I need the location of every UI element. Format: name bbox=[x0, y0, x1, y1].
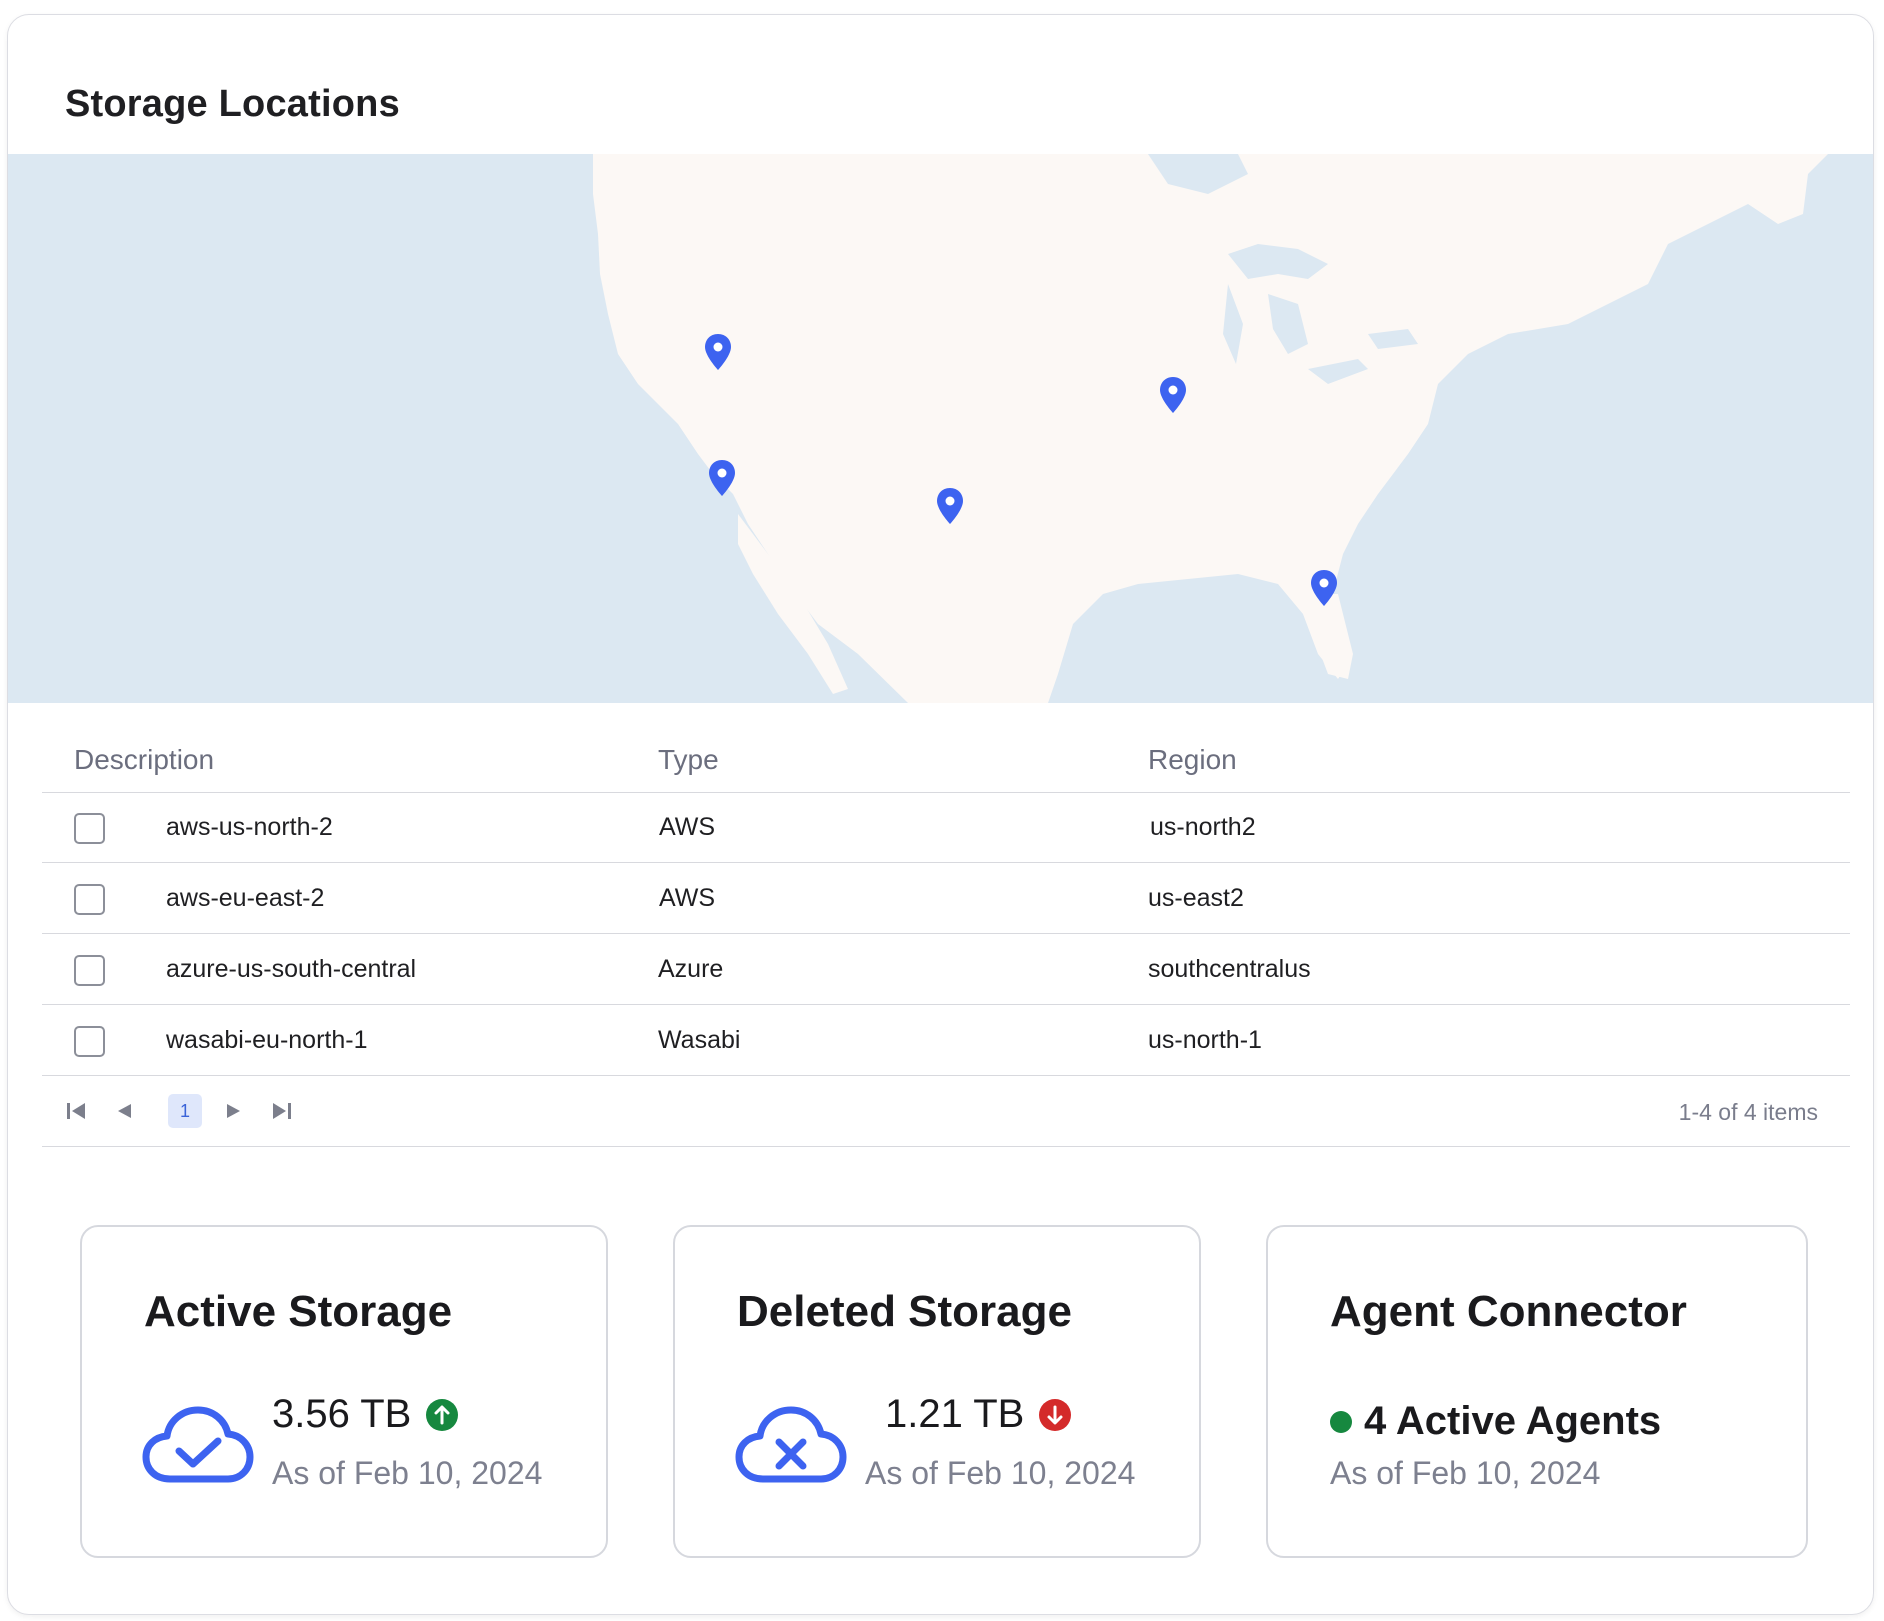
column-header-description[interactable]: Description bbox=[74, 744, 214, 776]
cell-description: aws-eu-east-2 bbox=[166, 884, 325, 912]
map-pin-icon[interactable] bbox=[708, 459, 736, 497]
agent-connector-card: Agent Connector 4 Active Agents As of Fe… bbox=[1266, 1225, 1808, 1558]
active-storage-date: As of Feb 10, 2024 bbox=[272, 1455, 543, 1491]
cell-description: azure-us-south-central bbox=[166, 955, 417, 983]
table-row[interactable]: aws-eu-east-2 AWS us-east2 bbox=[42, 864, 1850, 934]
last-page-icon[interactable] bbox=[266, 1095, 298, 1127]
map-pin-icon[interactable] bbox=[1159, 376, 1187, 414]
cell-region: us-east2 bbox=[1148, 884, 1244, 912]
prev-page-icon[interactable] bbox=[108, 1095, 140, 1127]
page-number-current[interactable]: 1 bbox=[168, 1094, 202, 1128]
cell-type: AWS bbox=[659, 884, 716, 912]
cloud-check-icon bbox=[142, 1406, 254, 1483]
cell-type: Wasabi bbox=[658, 1026, 741, 1054]
deleted-storage-value-row: 1.21 TB bbox=[885, 1392, 1072, 1437]
table-row[interactable]: aws-us-north-2 AWS us-north2 bbox=[42, 793, 1850, 863]
row-checkbox[interactable] bbox=[74, 813, 105, 844]
agent-connector-title: Agent Connector bbox=[1330, 1287, 1687, 1336]
active-storage-card: Active Storage 3.56 TB As of Feb 10, 202… bbox=[80, 1225, 608, 1558]
active-storage-title: Active Storage bbox=[144, 1287, 453, 1336]
map-pin-icon[interactable] bbox=[936, 487, 964, 525]
cell-region: us-north-1 bbox=[1148, 1026, 1262, 1054]
cell-type: Azure bbox=[658, 955, 724, 983]
table-header: Description Type Region bbox=[42, 734, 1850, 793]
cell-description: aws-us-north-2 bbox=[166, 813, 333, 841]
storage-locations-panel: Storage Locations Description Type Regio… bbox=[7, 14, 1874, 1615]
active-agents-value: 4 Active Agents bbox=[1364, 1399, 1662, 1443]
arrow-up-circle-icon bbox=[426, 1398, 459, 1431]
active-storage-value-row: 3.56 TB bbox=[272, 1392, 459, 1437]
storage-map[interactable] bbox=[8, 154, 1873, 703]
cell-description: wasabi-eu-north-1 bbox=[166, 1026, 368, 1054]
row-checkbox[interactable] bbox=[74, 955, 105, 986]
first-page-icon[interactable] bbox=[60, 1095, 92, 1127]
arrow-down-circle-icon bbox=[1039, 1398, 1072, 1431]
cell-region: us-north2 bbox=[1150, 813, 1256, 841]
row-checkbox[interactable] bbox=[74, 1026, 105, 1057]
table-row[interactable]: wasabi-eu-north-1 Wasabi us-north-1 bbox=[42, 1006, 1850, 1076]
status-dot-icon bbox=[1330, 1410, 1352, 1433]
pagination: 1 1-4 of 4 items bbox=[42, 1077, 1850, 1147]
column-header-type[interactable]: Type bbox=[658, 744, 719, 776]
panel-title: Storage Locations bbox=[65, 83, 400, 125]
agent-connector-date: As of Feb 10, 2024 bbox=[1330, 1455, 1601, 1491]
map-pin-icon[interactable] bbox=[704, 333, 732, 371]
map-pin-icon[interactable] bbox=[1310, 569, 1338, 607]
row-checkbox[interactable] bbox=[74, 884, 105, 915]
column-header-region[interactable]: Region bbox=[1148, 744, 1237, 776]
active-storage-value: 3.56 TB bbox=[272, 1392, 412, 1436]
deleted-storage-value: 1.21 TB bbox=[885, 1392, 1025, 1436]
map-canvas bbox=[8, 154, 1873, 703]
cell-region: southcentralus bbox=[1148, 955, 1311, 983]
cell-type: AWS bbox=[659, 813, 716, 841]
items-summary: 1-4 of 4 items bbox=[1678, 1099, 1818, 1125]
deleted-storage-title: Deleted Storage bbox=[737, 1287, 1072, 1336]
cloud-x-icon bbox=[735, 1406, 847, 1483]
next-page-icon[interactable] bbox=[218, 1095, 250, 1127]
deleted-storage-card: Deleted Storage 1.21 TB As of Feb 10, 20… bbox=[673, 1225, 1201, 1558]
table-row[interactable]: azure-us-south-central Azure southcentra… bbox=[42, 935, 1850, 1005]
agent-status-row: 4 Active Agents bbox=[1330, 1399, 1661, 1444]
deleted-storage-date: As of Feb 10, 2024 bbox=[865, 1455, 1136, 1491]
